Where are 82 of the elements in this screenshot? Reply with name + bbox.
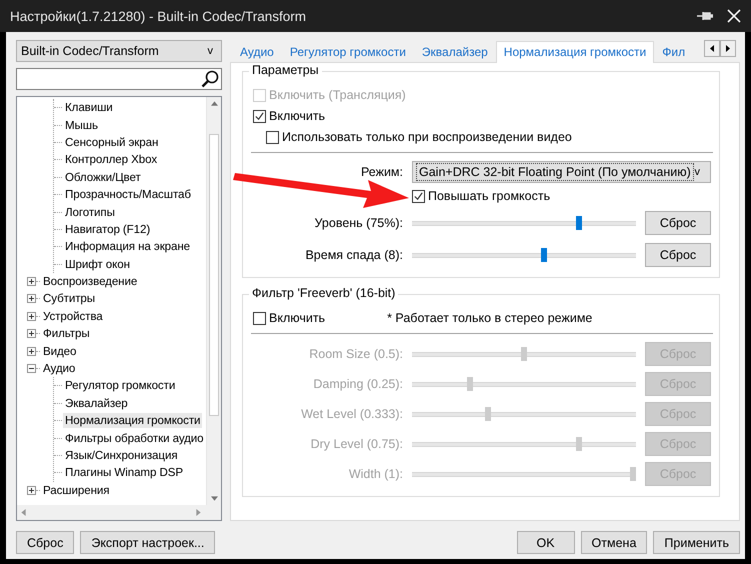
footer-button[interactable]: Сброс <box>16 531 74 554</box>
checkbox-label: Включить <box>269 109 326 123</box>
tab[interactable]: Регулятор громкости <box>282 41 414 63</box>
tree-item[interactable]: Фильтры <box>41 326 92 342</box>
mode-dropdown[interactable]: Gain+DRC 32-bit Floating Point (По умолчанию) v <box>412 161 711 183</box>
slider-label: Dry Level (0.75): <box>310 437 403 451</box>
tree-item[interactable]: Воспроизведение <box>41 274 140 290</box>
expand-icon[interactable] <box>27 346 36 356</box>
checkbox-label: Использовать только при воспроизведении видео <box>282 130 572 144</box>
tree-item[interactable]: Прозрачность/Масштаб <box>63 187 193 202</box>
tree-item[interactable]: Язык/Синхронизация <box>63 448 180 463</box>
group-title: Фильтр 'Freeverb' (16-bit) <box>249 286 398 300</box>
checkbox[interactable] <box>253 312 266 324</box>
slider-label: Width (1): <box>348 467 403 481</box>
tree-item[interactable]: Аудио <box>41 361 78 376</box>
mode-label: Режим: <box>360 165 403 179</box>
tree-item[interactable]: Нормализация громкости <box>63 413 202 428</box>
footer-button[interactable]: Применить <box>653 531 740 554</box>
tree-item[interactable]: Мышь <box>63 118 100 133</box>
expand-icon[interactable] <box>27 329 36 338</box>
close-icon[interactable] <box>727 9 741 23</box>
tree-item[interactable]: Устройства <box>41 308 105 324</box>
search-icon[interactable] <box>201 70 219 88</box>
expand-icon[interactable] <box>27 277 36 286</box>
tree-item[interactable]: Сенсорный экран <box>63 134 160 150</box>
tree-item[interactable]: Эквалайзер <box>63 396 130 411</box>
scroll-down-icon[interactable] <box>210 496 218 501</box>
pin-icon[interactable] <box>697 10 713 22</box>
reset-button[interactable]: Сброс <box>645 211 711 235</box>
tree-item[interactable]: Информация на экране <box>63 239 192 254</box>
tree-item[interactable]: Субтитры <box>41 291 98 306</box>
expand-icon[interactable] <box>27 294 36 304</box>
tree-item[interactable]: Фильтры обработки аудио <box>63 430 206 446</box>
section-dropdown[interactable]: Built-in Codec/Transform v <box>16 40 222 62</box>
tab[interactable]: Фил <box>654 41 694 63</box>
tree-item[interactable]: Клавиши <box>63 100 115 116</box>
checkbox[interactable] <box>253 110 266 122</box>
slider-label: Damping (0.25): <box>312 377 403 391</box>
search-field[interactable] <box>16 68 222 90</box>
tree-item[interactable]: Плагины Winamp DSP <box>63 465 185 480</box>
checkbox[interactable] <box>266 130 279 144</box>
right-triangle-icon <box>726 45 730 52</box>
tab-scroll-right-button[interactable] <box>720 40 736 57</box>
checkbox[interactable] <box>412 190 425 202</box>
tab[interactable]: Аудио <box>232 41 282 63</box>
tree-item[interactable]: Регулятор громкости <box>63 378 178 394</box>
expand-icon[interactable] <box>27 312 36 321</box>
slider-label: Wet Level (0.333): <box>300 407 403 421</box>
collapse-icon[interactable] <box>27 364 36 374</box>
scroll-right-icon[interactable] <box>196 509 201 516</box>
footer-button[interactable]: Отмена <box>580 531 648 554</box>
slider-thumb[interactable] <box>576 216 582 230</box>
group-title: Параметры <box>249 63 322 77</box>
window-title: Настройки(1.7.21280) - Built-in Codec/Transform <box>10 8 308 24</box>
left-triangle-icon <box>710 45 714 52</box>
footer-button[interactable]: Экспорт настроек... <box>80 531 216 554</box>
note-text: * Работает только в стерео режиме <box>387 311 592 325</box>
horizontal-scrollbar[interactable] <box>17 505 221 520</box>
vertical-scrollbar[interactable] <box>206 97 221 505</box>
tree-item[interactable]: Контроллер Xbox <box>63 152 160 168</box>
tree-item[interactable]: Шрифт окон <box>63 256 132 272</box>
checkbox-label: Повышать громкость <box>428 189 550 203</box>
slider-label: Room Size (0.5): <box>308 347 403 361</box>
slider-thumb[interactable] <box>540 248 547 262</box>
checkbox-label: Включить <box>269 311 326 325</box>
scrollbar-thumb[interactable] <box>209 134 219 416</box>
tree-item[interactable]: Навигатор (F12) <box>63 222 152 237</box>
tree-item[interactable]: Видео <box>41 344 78 359</box>
reset-button[interactable]: Сброс <box>645 243 711 267</box>
tab[interactable]: Эквалайзер <box>414 41 496 63</box>
tree-item[interactable]: Логотипы <box>63 204 117 220</box>
tab[interactable]: Нормализация громкости <box>496 41 654 63</box>
slider-label: Время спада (8): <box>304 248 403 262</box>
scroll-left-icon[interactable] <box>21 509 26 516</box>
footer-button[interactable]: OK <box>516 531 575 554</box>
checkbox-label: Включить (Трансляция) <box>269 88 406 102</box>
tab-scroll-left-button[interactable] <box>704 40 720 57</box>
expand-icon[interactable] <box>27 486 36 495</box>
scroll-up-icon[interactable] <box>210 101 218 106</box>
tree-item[interactable]: Расширения <box>41 482 112 498</box>
tree-item[interactable]: Обложки/Цвет <box>63 170 143 185</box>
slider-label: Уровень (75%): <box>314 216 403 230</box>
